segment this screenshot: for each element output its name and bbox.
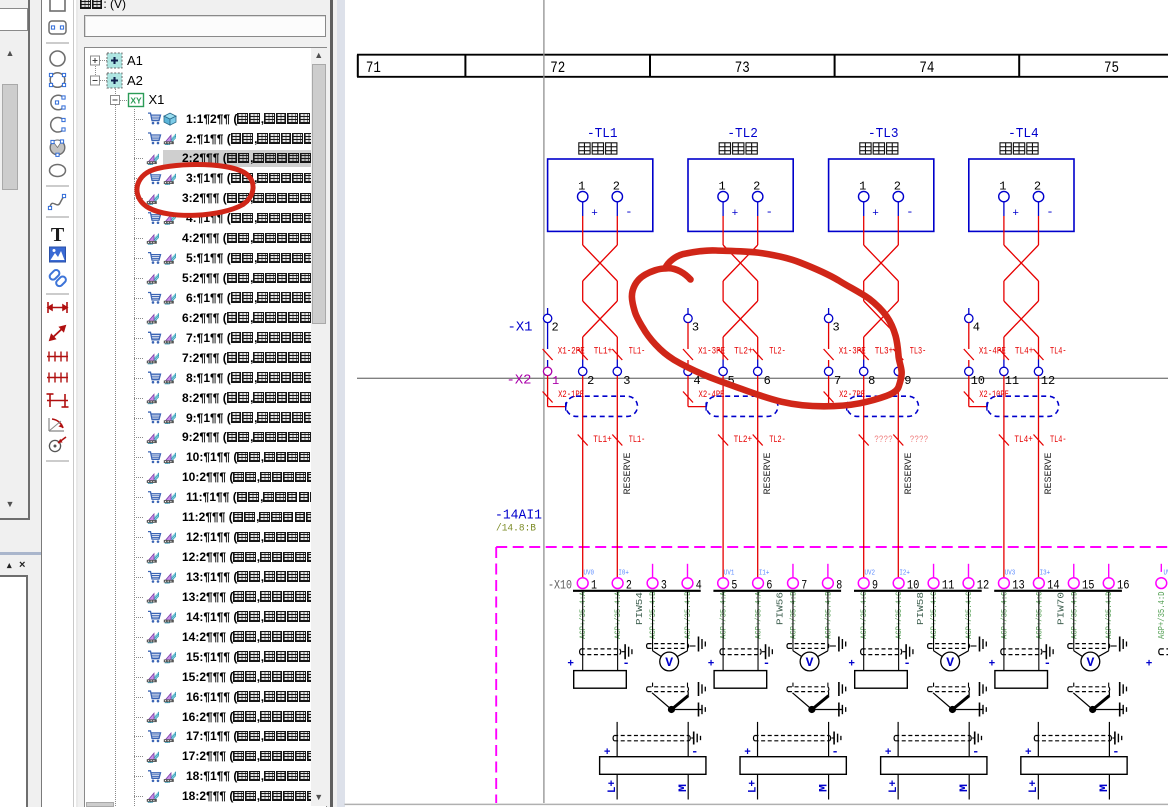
svg-text:RESERVE: RESERVE	[622, 453, 634, 495]
svg-text:2: 2	[551, 321, 558, 335]
svg-text:73: 73	[735, 59, 750, 77]
svg-text:-X2: -X2	[507, 374, 532, 389]
svg-text:L+: L+	[607, 780, 619, 793]
svg-text:V: V	[946, 655, 954, 670]
svg-text:I3+: I3+	[1040, 570, 1051, 578]
svg-text:-TL3: -TL3	[868, 127, 899, 142]
svg-text:V: V	[806, 655, 814, 670]
svg-text:X1-3PE: X1-3PE	[839, 347, 866, 358]
svg-text:TL1+: TL1+	[593, 435, 612, 446]
svg-text:+: +	[1012, 208, 1019, 220]
svg-text:M: M	[959, 784, 971, 792]
svg-text:UV3: UV3	[1005, 570, 1016, 578]
svg-text:-TL1: -TL1	[587, 127, 618, 142]
svg-text:10: 10	[971, 374, 985, 388]
svg-text:TL2-: TL2-	[769, 435, 786, 446]
svg-text:PIW70: PIW70	[1055, 592, 1066, 625]
svg-text:+: +	[872, 208, 879, 220]
svg-text:UV: UV	[1164, 570, 1168, 578]
svg-text:X1-3PE: X1-3PE	[698, 347, 725, 358]
svg-text:L+: L+	[1028, 780, 1040, 793]
svg-text:-X10: -X10	[548, 578, 572, 593]
svg-text:I0+: I0+	[618, 570, 629, 578]
svg-text:RESERVE: RESERVE	[903, 453, 915, 495]
svg-text:+: +	[591, 208, 598, 220]
svg-text:TL4+: TL4+	[1014, 435, 1033, 446]
svg-text:3: 3	[623, 374, 630, 388]
svg-text:L+: L+	[888, 780, 900, 793]
svg-text:2: 2	[587, 374, 594, 388]
svg-text:UV0: UV0	[584, 570, 595, 578]
svg-text:UV2: UV2	[865, 570, 876, 578]
svg-text:3: 3	[692, 321, 699, 335]
svg-text:71: 71	[366, 59, 381, 77]
svg-text:-: -	[1044, 657, 1051, 671]
svg-text:M: M	[818, 784, 830, 792]
svg-text:11: 11	[1005, 374, 1019, 388]
svg-text:I2+: I2+	[899, 570, 910, 578]
svg-text:/14.8:B: /14.8:B	[496, 522, 536, 534]
svg-text:75: 75	[1104, 59, 1119, 77]
svg-text:-: -	[1046, 205, 1053, 219]
svg-text:TL2+: TL2+	[734, 347, 753, 358]
svg-text:-TL4: -TL4	[1008, 127, 1039, 142]
svg-text:TL1+: TL1+	[594, 347, 613, 358]
svg-text:TL2+: TL2+	[734, 435, 753, 446]
svg-text:M: M	[678, 784, 690, 792]
svg-text:72: 72	[550, 59, 565, 77]
svg-text:+: +	[848, 659, 855, 671]
svg-text:X1-4PE: X1-4PE	[979, 347, 1006, 358]
svg-text:TL4-: TL4-	[1050, 347, 1067, 358]
svg-text:74: 74	[919, 59, 934, 77]
svg-text:TL1-: TL1-	[629, 347, 646, 358]
svg-text:-: -	[625, 205, 632, 219]
svg-text:TL4+: TL4+	[1015, 347, 1034, 358]
svg-text:????: ????	[874, 435, 893, 446]
svg-text:+: +	[989, 659, 996, 671]
svg-text:PIW56: PIW56	[775, 592, 786, 625]
svg-text:-: -	[904, 657, 911, 671]
svg-text:M: M	[1099, 784, 1111, 792]
svg-text:-: -	[766, 205, 773, 219]
svg-text:-X1: -X1	[508, 321, 533, 336]
svg-text:TL3+: TL3+	[875, 347, 894, 358]
svg-text:X1-2PE: X1-2PE	[558, 347, 585, 358]
svg-text:TL1-: TL1-	[629, 435, 646, 446]
svg-text:8: 8	[868, 374, 875, 388]
svg-text:6: 6	[764, 374, 771, 388]
svg-text:TL2-: TL2-	[769, 347, 786, 358]
svg-text:+: +	[567, 659, 574, 671]
svg-text:I1+: I1+	[759, 570, 770, 578]
svg-text:-14AI1: -14AI1	[495, 509, 542, 524]
svg-text:-TL2: -TL2	[727, 127, 758, 142]
svg-text:4: 4	[973, 321, 980, 335]
svg-text:12: 12	[1041, 374, 1055, 388]
svg-text:+: +	[1146, 659, 1153, 671]
svg-text:UV1: UV1	[724, 570, 735, 578]
svg-text:PIW54: PIW54	[634, 592, 645, 625]
svg-text:TL3-: TL3-	[910, 347, 927, 358]
svg-text:????: ????	[910, 435, 929, 446]
svg-text:9: 9	[904, 374, 911, 388]
svg-text:L+: L+	[747, 780, 759, 793]
svg-text:TL4-: TL4-	[1050, 435, 1067, 446]
svg-text:-: -	[763, 657, 770, 671]
svg-text:AGP+/35.4:D: AGP+/35.4:D	[1157, 592, 1167, 640]
svg-text:RESERVE: RESERVE	[762, 453, 774, 495]
svg-text:V: V	[665, 655, 673, 670]
svg-text:+: +	[708, 659, 715, 671]
svg-text:1: 1	[552, 374, 559, 388]
svg-text:RESERVE: RESERVE	[1043, 453, 1055, 495]
svg-text:PIW58: PIW58	[915, 592, 926, 625]
svg-text:+: +	[732, 208, 739, 220]
svg-text:3: 3	[832, 321, 839, 335]
svg-text:7: 7	[834, 374, 841, 388]
svg-text:-: -	[623, 657, 630, 671]
svg-text:V: V	[1086, 655, 1094, 670]
svg-text:-: -	[906, 205, 913, 219]
